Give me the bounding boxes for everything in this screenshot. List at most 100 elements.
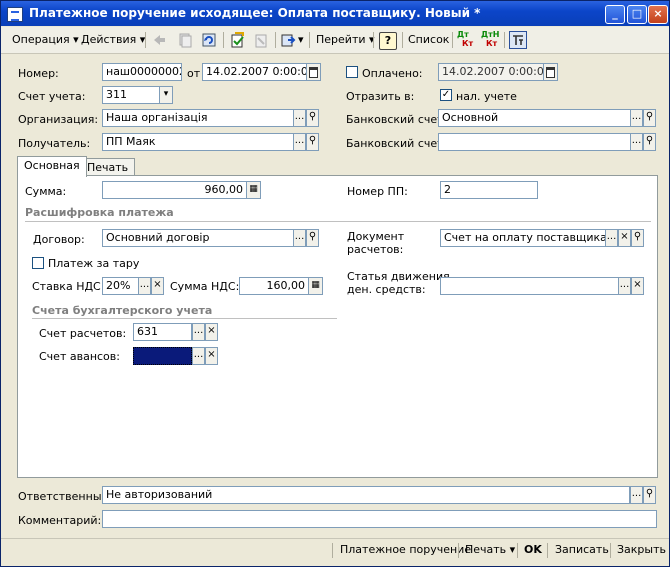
structure-icon[interactable]	[509, 31, 527, 49]
ellipsis-button[interactable]: ...	[293, 109, 306, 127]
dtn-kt-button[interactable]: ДтН Кт	[481, 30, 499, 48]
account-field[interactable]: 311	[102, 86, 160, 104]
organization-label: Организация:	[18, 113, 99, 126]
recipient-field[interactable]: ПП Маяк	[102, 133, 294, 151]
dropdown-arrow-icon[interactable]: ▾	[159, 86, 173, 104]
date-field[interactable]: 14.02.2007 0:00:00	[202, 63, 307, 81]
window-title: Платежное поручение исходящее: Оплата по…	[29, 6, 481, 20]
recipient-bank-label: Банковский счет:	[346, 137, 448, 150]
tab-main[interactable]: Основная	[17, 156, 87, 177]
dtn-label: ДтН	[481, 30, 500, 39]
cashflow-field[interactable]	[440, 277, 619, 295]
organization-field[interactable]: Наша організація	[102, 109, 294, 127]
calendar-icon[interactable]	[543, 63, 558, 81]
clear-icon[interactable]: ×	[205, 347, 218, 365]
calculator-icon[interactable]: ▦	[308, 277, 323, 295]
calendar-icon[interactable]	[306, 63, 321, 81]
vat-rate-field[interactable]: 20%	[102, 277, 139, 295]
kt-label: Кт	[486, 39, 498, 48]
toolbar-divider	[547, 543, 548, 558]
pp-number-field[interactable]: 2	[440, 181, 538, 199]
group-divider	[25, 221, 651, 222]
search-icon[interactable]: ⚲	[306, 133, 319, 151]
ellipsis-button[interactable]: ...	[293, 229, 306, 247]
contract-field[interactable]: Основний договір	[102, 229, 294, 247]
advance-account-field[interactable]	[133, 347, 192, 365]
responsible-field[interactable]: Не авторизований	[102, 486, 630, 504]
search-icon[interactable]: ⚲	[306, 229, 319, 247]
sum-field[interactable]: 960,00	[102, 181, 247, 199]
ellipsis-button[interactable]: ...	[192, 323, 205, 341]
maximize-button[interactable]: □	[627, 5, 647, 24]
list-button[interactable]: Список	[408, 31, 449, 49]
post-document-icon[interactable]	[230, 32, 246, 48]
ellipsis-button[interactable]: ...	[630, 133, 643, 151]
operation-menu-label: Операция	[12, 33, 70, 46]
settlement-account-label: Счет расчетов:	[39, 327, 127, 340]
search-icon[interactable]: ⚲	[631, 229, 644, 247]
ellipsis-button[interactable]: ...	[138, 277, 151, 295]
minimize-button[interactable]: _	[605, 5, 625, 24]
tax-accounting-checkbox[interactable]: ✓	[440, 89, 452, 101]
toolbar-divider	[610, 543, 611, 558]
bank-account-field[interactable]: Основной	[438, 109, 631, 127]
back-arrow-icon[interactable]	[151, 32, 167, 48]
comment-label: Комментарий:	[18, 514, 102, 527]
recipient-label: Получатель:	[18, 137, 91, 150]
clear-icon[interactable]: ×	[618, 229, 631, 247]
paid-label: Оплачено:	[362, 67, 423, 80]
payment-order-button[interactable]: Платежное поручение	[340, 542, 471, 558]
actions-menu[interactable]: Действия ▾	[81, 31, 145, 49]
toolbar: Операция ▾ Действия ▾ ▾ Перейти ▾ ? Спис…	[1, 27, 669, 54]
group-divider	[32, 318, 337, 319]
chevron-down-icon[interactable]: ▾	[298, 31, 304, 49]
paid-checkbox[interactable]	[346, 66, 358, 78]
tare-payment-checkbox[interactable]	[32, 257, 44, 269]
calculator-icon[interactable]: ▦	[246, 181, 261, 199]
search-icon[interactable]: ⚲	[643, 486, 656, 504]
close-button[interactable]: Закрыть	[617, 542, 666, 558]
goto-menu[interactable]: Перейти ▾	[316, 31, 375, 49]
clear-icon[interactable]: ×	[631, 277, 644, 295]
unpost-document-icon[interactable]	[253, 32, 269, 48]
ok-button[interactable]: OK	[524, 542, 542, 558]
reflect-label: Отразить в:	[346, 90, 415, 103]
ellipsis-button[interactable]: ...	[605, 229, 618, 247]
copy-doc-icon[interactable]	[177, 32, 193, 48]
save-button[interactable]: Записать	[555, 542, 609, 558]
dt-kt-button[interactable]: Дт Кт	[457, 30, 473, 48]
refresh-icon[interactable]	[201, 32, 217, 48]
print-menu[interactable]: Печать ▾	[465, 542, 515, 558]
comment-field[interactable]	[102, 510, 657, 528]
number-label: Номер:	[18, 67, 59, 80]
search-icon[interactable]: ⚲	[643, 109, 656, 127]
window: Платежное поручение исходящее: Оплата по…	[0, 0, 670, 567]
help-button[interactable]: ?	[379, 32, 397, 50]
toolbar-divider	[145, 32, 146, 48]
tax-accounting-label: нал. учете	[456, 90, 517, 103]
ellipsis-button[interactable]: ...	[293, 133, 306, 151]
vat-sum-field[interactable]: 160,00	[239, 277, 309, 295]
ellipsis-button[interactable]: ...	[618, 277, 631, 295]
toolbar-divider	[517, 543, 518, 558]
settlement-account-field[interactable]: 631	[133, 323, 192, 341]
paid-date-field[interactable]: 14.02.2007 0:00:00	[438, 63, 544, 81]
ellipsis-button[interactable]: ...	[630, 486, 643, 504]
ellipsis-button[interactable]: ...	[630, 109, 643, 127]
search-icon[interactable]: ⚲	[306, 109, 319, 127]
ellipsis-button[interactable]: ...	[192, 347, 205, 365]
chevron-down-icon: ▾	[509, 543, 516, 556]
settlement-doc-field[interactable]: Счет на оплату поставщика наш	[440, 229, 606, 247]
operation-menu[interactable]: Операция ▾	[12, 31, 79, 49]
enter-based-on-icon[interactable]	[280, 32, 296, 48]
search-icon[interactable]: ⚲	[643, 133, 656, 151]
recipient-bank-field[interactable]	[438, 133, 631, 151]
from-label: от	[187, 67, 201, 80]
close-window-button[interactable]: ×	[648, 5, 668, 24]
contract-label: Договор:	[33, 233, 85, 246]
clear-icon[interactable]: ×	[151, 277, 164, 295]
dt-label: Дт	[457, 30, 469, 39]
number-field[interactable]: наш00000002	[102, 63, 182, 81]
toolbar-divider	[452, 32, 453, 48]
clear-icon[interactable]: ×	[205, 323, 218, 341]
